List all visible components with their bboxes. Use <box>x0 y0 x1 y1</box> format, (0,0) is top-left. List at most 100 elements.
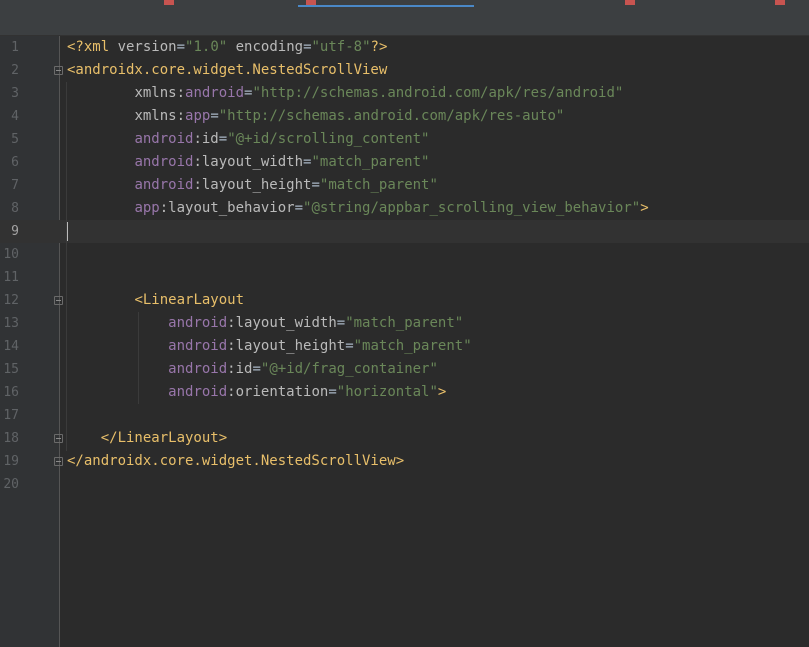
editor-breadcrumb-bar <box>0 7 809 36</box>
code-line[interactable]: 11 <box>0 266 809 289</box>
code-line[interactable]: 4 xmlns:app="http://schemas.android.com/… <box>0 105 809 128</box>
line-number: 16 <box>3 385 19 400</box>
line-number: 19 <box>3 454 19 469</box>
code-token: "match_parent" <box>319 177 438 193</box>
fold-toggle-icon[interactable] <box>54 296 63 305</box>
code-token: android <box>168 384 228 400</box>
code-token: > <box>640 200 649 216</box>
code-text: android:layout_height="match_parent" <box>67 174 438 197</box>
line-number: 17 <box>3 408 19 423</box>
indent-guide <box>138 312 139 404</box>
fold-toggle-icon[interactable] <box>54 66 63 75</box>
code-line[interactable]: 18 </LinearLayout> <box>0 427 809 450</box>
code-line[interactable]: 6 android:layout_width="match_parent" <box>0 151 809 174</box>
line-number: 5 <box>11 132 19 147</box>
fold-toggle-icon[interactable] <box>54 434 63 443</box>
code-token: version <box>117 39 177 55</box>
code-token: <?xml <box>67 39 118 55</box>
code-token: "http://schemas.android.com/apk/res-auto… <box>218 108 565 124</box>
line-number: 20 <box>3 477 19 492</box>
code-token: = <box>345 338 354 354</box>
code-token: "match_parent" <box>311 154 430 170</box>
code-token: "utf-8" <box>311 39 371 55</box>
line-number: 13 <box>3 316 19 331</box>
code-token: :id <box>193 131 219 147</box>
code-line[interactable]: 9 <box>0 220 809 243</box>
code-line[interactable]: 5 android:id="@+id/scrolling_content" <box>0 128 809 151</box>
code-token: "http://schemas.android.com/apk/res/andr… <box>252 85 624 101</box>
code-line[interactable]: 15 android:id="@+id/frag_container" <box>0 358 809 381</box>
line-number: 11 <box>3 270 19 285</box>
fold-toggle-icon[interactable] <box>54 457 63 466</box>
code-line[interactable]: 14 android:layout_height="match_parent" <box>0 335 809 358</box>
code-line[interactable]: 10 <box>0 243 809 266</box>
code-token: android <box>134 177 194 193</box>
code-text: xmlns:android="http://schemas.android.co… <box>67 82 623 105</box>
line-number: 9 <box>11 224 19 239</box>
code-token: = <box>210 108 219 124</box>
code-token: "1.0" <box>185 39 228 55</box>
code-text: android:layout_width="match_parent" <box>67 312 463 335</box>
line-number: 10 <box>3 247 19 262</box>
code-token: </LinearLayout> <box>100 430 228 446</box>
editor-tab-bar <box>0 0 809 7</box>
line-number: 15 <box>3 362 19 377</box>
code-token: "@+id/scrolling_content" <box>227 131 430 147</box>
code-token: "horizontal" <box>336 384 438 400</box>
code-token: :layout_width <box>193 154 304 170</box>
xml-file-icon <box>625 0 635 5</box>
code-text: </androidx.core.widget.NestedScrollView> <box>67 450 404 473</box>
code-text: android:orientation="horizontal"> <box>67 381 446 404</box>
code-token: = <box>303 39 312 55</box>
code-line[interactable]: 1 <?xml version="1.0" encoding="utf-8"?> <box>0 36 809 59</box>
line-number: 3 <box>11 86 19 101</box>
xml-file-icon <box>775 0 785 5</box>
line-number: 2 <box>11 63 19 78</box>
code-text: xmlns:app="http://schemas.android.com/ap… <box>67 105 564 128</box>
code-token: "match_parent" <box>353 338 472 354</box>
code-line[interactable]: 16 android:orientation="horizontal"> <box>0 381 809 404</box>
code-line[interactable]: 19 </androidx.core.widget.NestedScrollVie… <box>0 450 809 473</box>
code-token: :layout_behavior <box>159 200 295 216</box>
code-text: <androidx.core.widget.NestedScrollView <box>67 59 387 82</box>
code-text: android:layout_width="match_parent" <box>67 151 429 174</box>
code-line[interactable]: 8 app:layout_behavior="@string/appbar_sc… <box>0 197 809 220</box>
code-text: </LinearLayout> <box>67 427 227 450</box>
code-token: = <box>218 131 228 147</box>
code-editor[interactable]: 1 <?xml version="1.0" encoding="utf-8"?> 2… <box>0 36 809 647</box>
code-token: = <box>252 361 261 377</box>
editor-tab-active[interactable] <box>298 0 474 7</box>
line-number: 14 <box>3 339 19 354</box>
code-line[interactable]: 13 android:layout_width="match_parent" <box>0 312 809 335</box>
code-line[interactable]: 12 <LinearLayout <box>0 289 809 312</box>
code-text: <?xml version="1.0" encoding="utf-8"?> <box>67 36 387 59</box>
code-token: :layout_height <box>193 177 312 193</box>
code-line[interactable]: 2 <androidx.core.widget.NestedScrollView <box>0 59 809 82</box>
line-number: 8 <box>11 201 19 216</box>
code-line[interactable]: 3 xmlns:android="http://schemas.android.… <box>0 82 809 105</box>
code-line[interactable]: 7 android:layout_height="match_parent" <box>0 174 809 197</box>
line-number: 6 <box>11 155 19 170</box>
line-number: 18 <box>3 431 19 446</box>
line-number: 7 <box>11 178 19 193</box>
code-text: android:layout_height="match_parent" <box>67 335 472 358</box>
code-token: android <box>168 315 228 331</box>
code-token: ?> <box>370 39 388 55</box>
code-line[interactable]: 20 <box>0 473 809 496</box>
line-number: 1 <box>11 40 19 55</box>
code-token: android <box>185 85 245 101</box>
code-line[interactable]: 17 <box>0 404 809 427</box>
code-token: = <box>311 177 320 193</box>
code-token: :layout_width <box>227 315 337 331</box>
code-token: app <box>134 200 160 216</box>
